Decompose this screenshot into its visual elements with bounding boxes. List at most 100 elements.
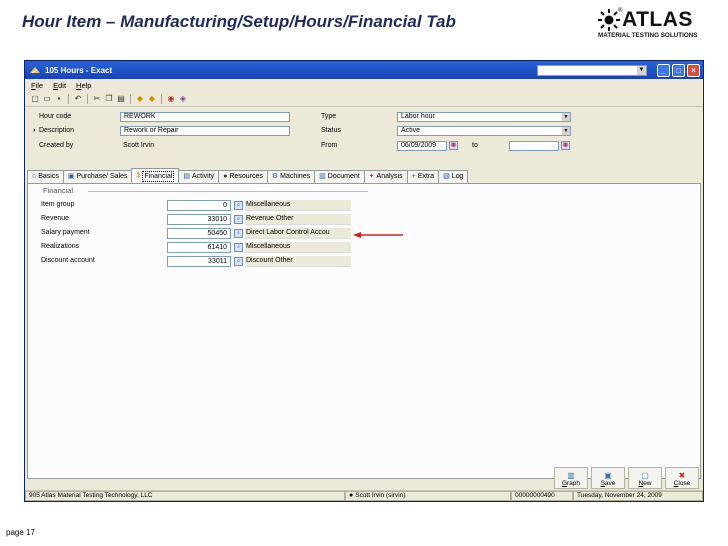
slide-title: Hour Item – Manufacturing/Setup/Hours/Fi… xyxy=(22,12,456,31)
graph-button[interactable]: ▥ Graph xyxy=(554,467,588,489)
financial-row-revenue: Revenue 33010 ⌕ Revenue Other xyxy=(41,214,361,226)
calendar-icon[interactable]: ▦ xyxy=(561,141,570,150)
lookup-icon[interactable]: ⌕ xyxy=(234,229,243,238)
field-label: Item group xyxy=(41,201,75,208)
button-label: Close xyxy=(673,480,691,487)
sun-icon xyxy=(598,9,620,31)
field-label: Revenue xyxy=(41,215,70,222)
toolbar: ▢ ▭ ▪ ↶ ✂ ❐ ▤ ◆ ◆ ◉ ◈ xyxy=(25,92,703,107)
window-title: 105 Hours - Exact xyxy=(45,65,113,75)
lookup-icon[interactable]: ⌕ xyxy=(234,201,243,210)
close-icon: ✖ xyxy=(678,471,686,480)
discount-account-code-field[interactable]: 33011 xyxy=(167,256,231,267)
status-select[interactable]: Active ▼ xyxy=(397,126,571,136)
item-group-code-field[interactable]: 0 xyxy=(167,200,231,211)
menu-edit[interactable]: Edit xyxy=(53,81,66,90)
to-date-field[interactable] xyxy=(509,141,559,151)
close-window-button[interactable]: × xyxy=(687,63,700,77)
undo-icon[interactable]: ↶ xyxy=(73,94,83,104)
lookup-icon[interactable]: ⌕ xyxy=(234,215,243,224)
tab-machines[interactable]: ⚙ Machines xyxy=(266,170,316,183)
cut-icon[interactable]: ✂ xyxy=(92,94,102,104)
save-icon[interactable]: ▪ xyxy=(54,94,64,104)
new-button[interactable]: ▢ New xyxy=(628,467,662,489)
tab-label: Financial xyxy=(142,170,175,182)
extra-icon: + xyxy=(411,173,416,180)
from-label: From xyxy=(321,142,338,149)
find-icon[interactable]: ◉ xyxy=(166,94,176,104)
chevron-down-icon[interactable]: ▼ xyxy=(637,65,646,75)
lookup-icon[interactable]: ⌕ xyxy=(234,257,243,266)
tab-basics[interactable]: ⌂ Basics xyxy=(27,170,64,183)
revenue-description: Revenue Other xyxy=(245,214,351,225)
annotation-arrow xyxy=(353,232,403,238)
tab-purchase-sales[interactable]: ▣ Purchase/ Sales xyxy=(62,170,133,183)
machines-icon: ⚙ xyxy=(271,173,279,180)
tab-document[interactable]: ▥ Document xyxy=(314,170,365,183)
realizations-code-field[interactable]: 61410 xyxy=(167,242,231,253)
status-company: 905 Atlas Material Testing Technology, L… xyxy=(25,491,345,501)
window-titlebar[interactable]: 105 Hours - Exact ▼ _ □ × xyxy=(25,61,703,79)
activity-icon: ▤ xyxy=(183,173,191,180)
realizations-description: Miscellaneous xyxy=(245,242,351,253)
maximize-button[interactable]: □ xyxy=(672,63,685,77)
status-bar: 905 Atlas Material Testing Technology, L… xyxy=(25,490,703,501)
toolbar-separator xyxy=(87,94,88,104)
copy-icon[interactable]: ❐ xyxy=(104,94,114,104)
group-divider xyxy=(88,191,368,192)
log-icon: ▧ xyxy=(443,173,450,180)
bar-chart-icon: ▥ xyxy=(567,471,575,480)
from-date-field[interactable]: 06/09/2009 xyxy=(397,141,447,151)
window-selector-combo[interactable]: ▼ xyxy=(537,64,647,76)
atlas-logo: ATLAS ® MATERIAL TESTING SOLUTIONS xyxy=(596,8,724,44)
link-icon[interactable]: ◈ xyxy=(178,94,188,104)
financial-group-title: Financial xyxy=(41,186,76,195)
paste-icon[interactable]: ▤ xyxy=(116,94,126,104)
salary-payment-code-field[interactable]: 50450 xyxy=(167,228,231,239)
logo-subtitle: MATERIAL TESTING SOLUTIONS xyxy=(598,32,698,39)
menu-file[interactable]: File xyxy=(31,81,43,90)
type-select[interactable]: Labor hour ▼ xyxy=(397,112,571,122)
chevron-down-icon[interactable]: ▼ xyxy=(562,127,570,135)
description-field[interactable]: Rework or Repair xyxy=(120,126,290,136)
tab-log[interactable]: ▧ Log xyxy=(438,170,469,183)
new-doc-icon[interactable]: ▢ xyxy=(30,94,40,104)
open-folder-icon[interactable]: ▭ xyxy=(42,94,52,104)
tab-activity[interactable]: ▤ Activity xyxy=(178,170,220,183)
status-user: Scott Irvin (sirvin) xyxy=(355,492,406,499)
analysis-icon: ✦ xyxy=(368,173,375,180)
menu-help[interactable]: Help xyxy=(76,81,91,90)
description-label: Description xyxy=(39,127,75,134)
tab-extra[interactable]: + Extra xyxy=(406,170,440,183)
hour-code-field[interactable]: REWORK xyxy=(120,112,290,122)
type-label: Type xyxy=(321,113,337,120)
new-doc-icon: ▢ xyxy=(641,471,649,480)
tab-label: Activity xyxy=(192,173,215,180)
calendar-icon[interactable]: ▦ xyxy=(449,141,458,150)
financial-panel: Financial Item group 0 ⌕ Miscellaneous R… xyxy=(27,183,701,479)
save-button[interactable]: ▣ Save xyxy=(591,467,625,489)
tab-label: Log xyxy=(451,173,464,180)
close-button[interactable]: ✖ Close xyxy=(665,467,699,489)
chevron-down-icon[interactable]: ▼ xyxy=(562,113,570,121)
tab-label: Basics xyxy=(38,173,59,180)
revenue-code-field[interactable]: 33010 xyxy=(167,214,231,225)
toolbar-separator xyxy=(68,94,69,104)
button-label: Graph xyxy=(561,480,581,487)
home-icon: ⌂ xyxy=(32,173,37,180)
discount-account-description: Discount Other xyxy=(245,256,351,267)
description-marker: › xyxy=(33,127,36,134)
previous-record-icon[interactable]: ◆ xyxy=(135,94,145,104)
next-record-icon[interactable]: ◆ xyxy=(147,94,157,104)
exact-window: 105 Hours - Exact ▼ _ □ × File Edit Help… xyxy=(24,60,704,502)
financial-row-item-group: Item group 0 ⌕ Miscellaneous xyxy=(41,200,361,212)
financial-row-salary-payment: Salary payment 50450 ⌕ Direct Labor Cont… xyxy=(41,228,361,240)
toolbar-separator xyxy=(130,94,131,104)
lookup-icon[interactable]: ⌕ xyxy=(234,243,243,252)
tab-resources[interactable]: ● Resources xyxy=(218,170,268,183)
hour-header: Hour code REWORK › Description Rework or… xyxy=(25,109,703,161)
tab-financial[interactable]: $ Financial xyxy=(131,168,180,183)
minimize-button[interactable]: _ xyxy=(657,63,670,77)
tab-analysis[interactable]: ✦ Analysis xyxy=(363,170,408,183)
status-value: Active xyxy=(401,127,421,134)
